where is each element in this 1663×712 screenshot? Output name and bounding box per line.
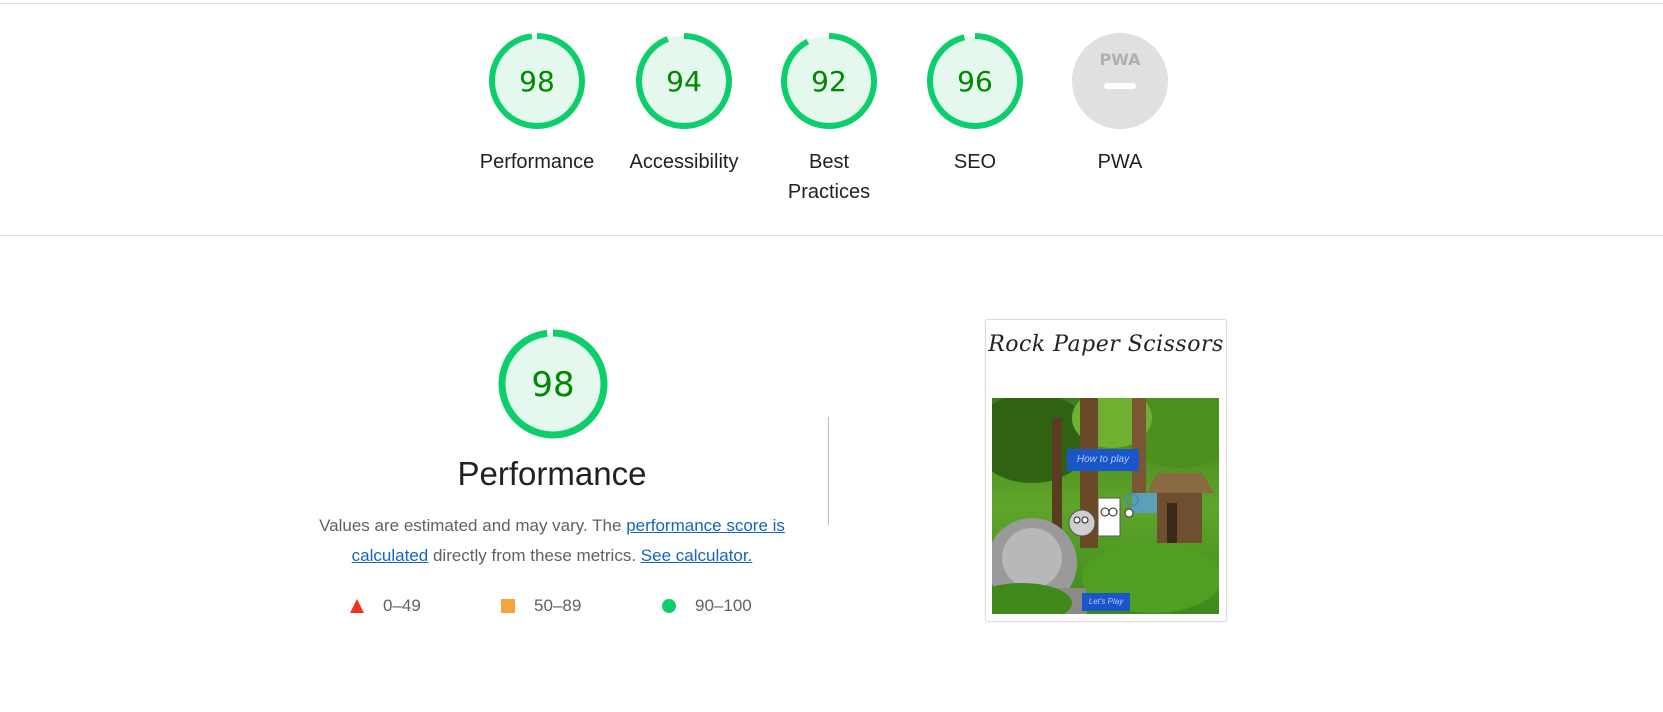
- circle-icon: [662, 599, 676, 613]
- legend-range: 90–100: [695, 596, 752, 615]
- how-to-play-button: How to play: [1067, 449, 1139, 471]
- gauge-score: 96: [957, 65, 993, 98]
- gauge-ring: 92: [781, 33, 877, 129]
- gauge-label: Performance: [479, 151, 595, 173]
- gauge-score: 98: [519, 65, 555, 98]
- gauge-pwa[interactable]: PWA PWA: [1055, 32, 1185, 177]
- section-divider: [0, 235, 1663, 236]
- legend-range: 0–49: [383, 596, 421, 615]
- see-calculator-link[interactable]: See calculator.: [641, 546, 753, 565]
- gauge-ring: 94: [636, 33, 732, 129]
- gauge-label: SEO: [953, 151, 997, 173]
- legend-pass: 90–100: [662, 596, 752, 616]
- game-scene-image: How to play Let's Play: [992, 398, 1219, 614]
- gauge-label: Accessibility: [629, 151, 739, 173]
- gauge-score: 94: [666, 65, 702, 98]
- page-screenshot-thumbnail[interactable]: Rock Paper Scissors How to play Let's Pl…: [985, 319, 1227, 622]
- performance-score: 98: [531, 365, 574, 405]
- gauge-ring: 98: [489, 33, 585, 129]
- performance-gauge-large: 98: [498, 329, 608, 444]
- desc-text: directly from these metrics.: [428, 546, 641, 565]
- gauge-best-practices[interactable]: 92 Best Practices: [764, 32, 894, 207]
- screenshot-title: Rock Paper Scissors: [988, 332, 1224, 357]
- performance-description: Values are estimated and may vary. The p…: [302, 511, 802, 571]
- desc-text: Values are estimated and may vary. The: [319, 516, 627, 535]
- legend-average: 50–89: [501, 596, 581, 616]
- legend-fail: 0–49: [350, 596, 421, 616]
- gauge-ring: 96: [927, 33, 1023, 129]
- gauge-label: Best Practices: [787, 151, 871, 203]
- pwa-badge-icon: PWA: [1072, 33, 1168, 129]
- performance-title: Performance: [457, 455, 647, 492]
- category-gauges: 98 Performance 94 Accessibility 92 Best …: [0, 0, 1663, 235]
- gauge-label: PWA: [1097, 151, 1143, 173]
- gauge-performance[interactable]: 98 Performance: [472, 32, 602, 177]
- lets-play-button: Let's Play: [1082, 593, 1130, 611]
- gauge-score: 92: [811, 65, 847, 98]
- gauge-accessibility[interactable]: 94 Accessibility: [619, 32, 749, 177]
- triangle-icon: [350, 599, 364, 613]
- legend-range: 50–89: [534, 596, 582, 615]
- gauge-seo[interactable]: 96 SEO: [910, 32, 1040, 177]
- vertical-divider: [828, 417, 829, 525]
- dash-icon: [1104, 83, 1136, 89]
- square-icon: [501, 599, 515, 613]
- gauge-ring: 98: [498, 329, 608, 439]
- pwa-badge-text: PWA: [1099, 50, 1141, 69]
- forest-scene-illustration: [992, 398, 1219, 614]
